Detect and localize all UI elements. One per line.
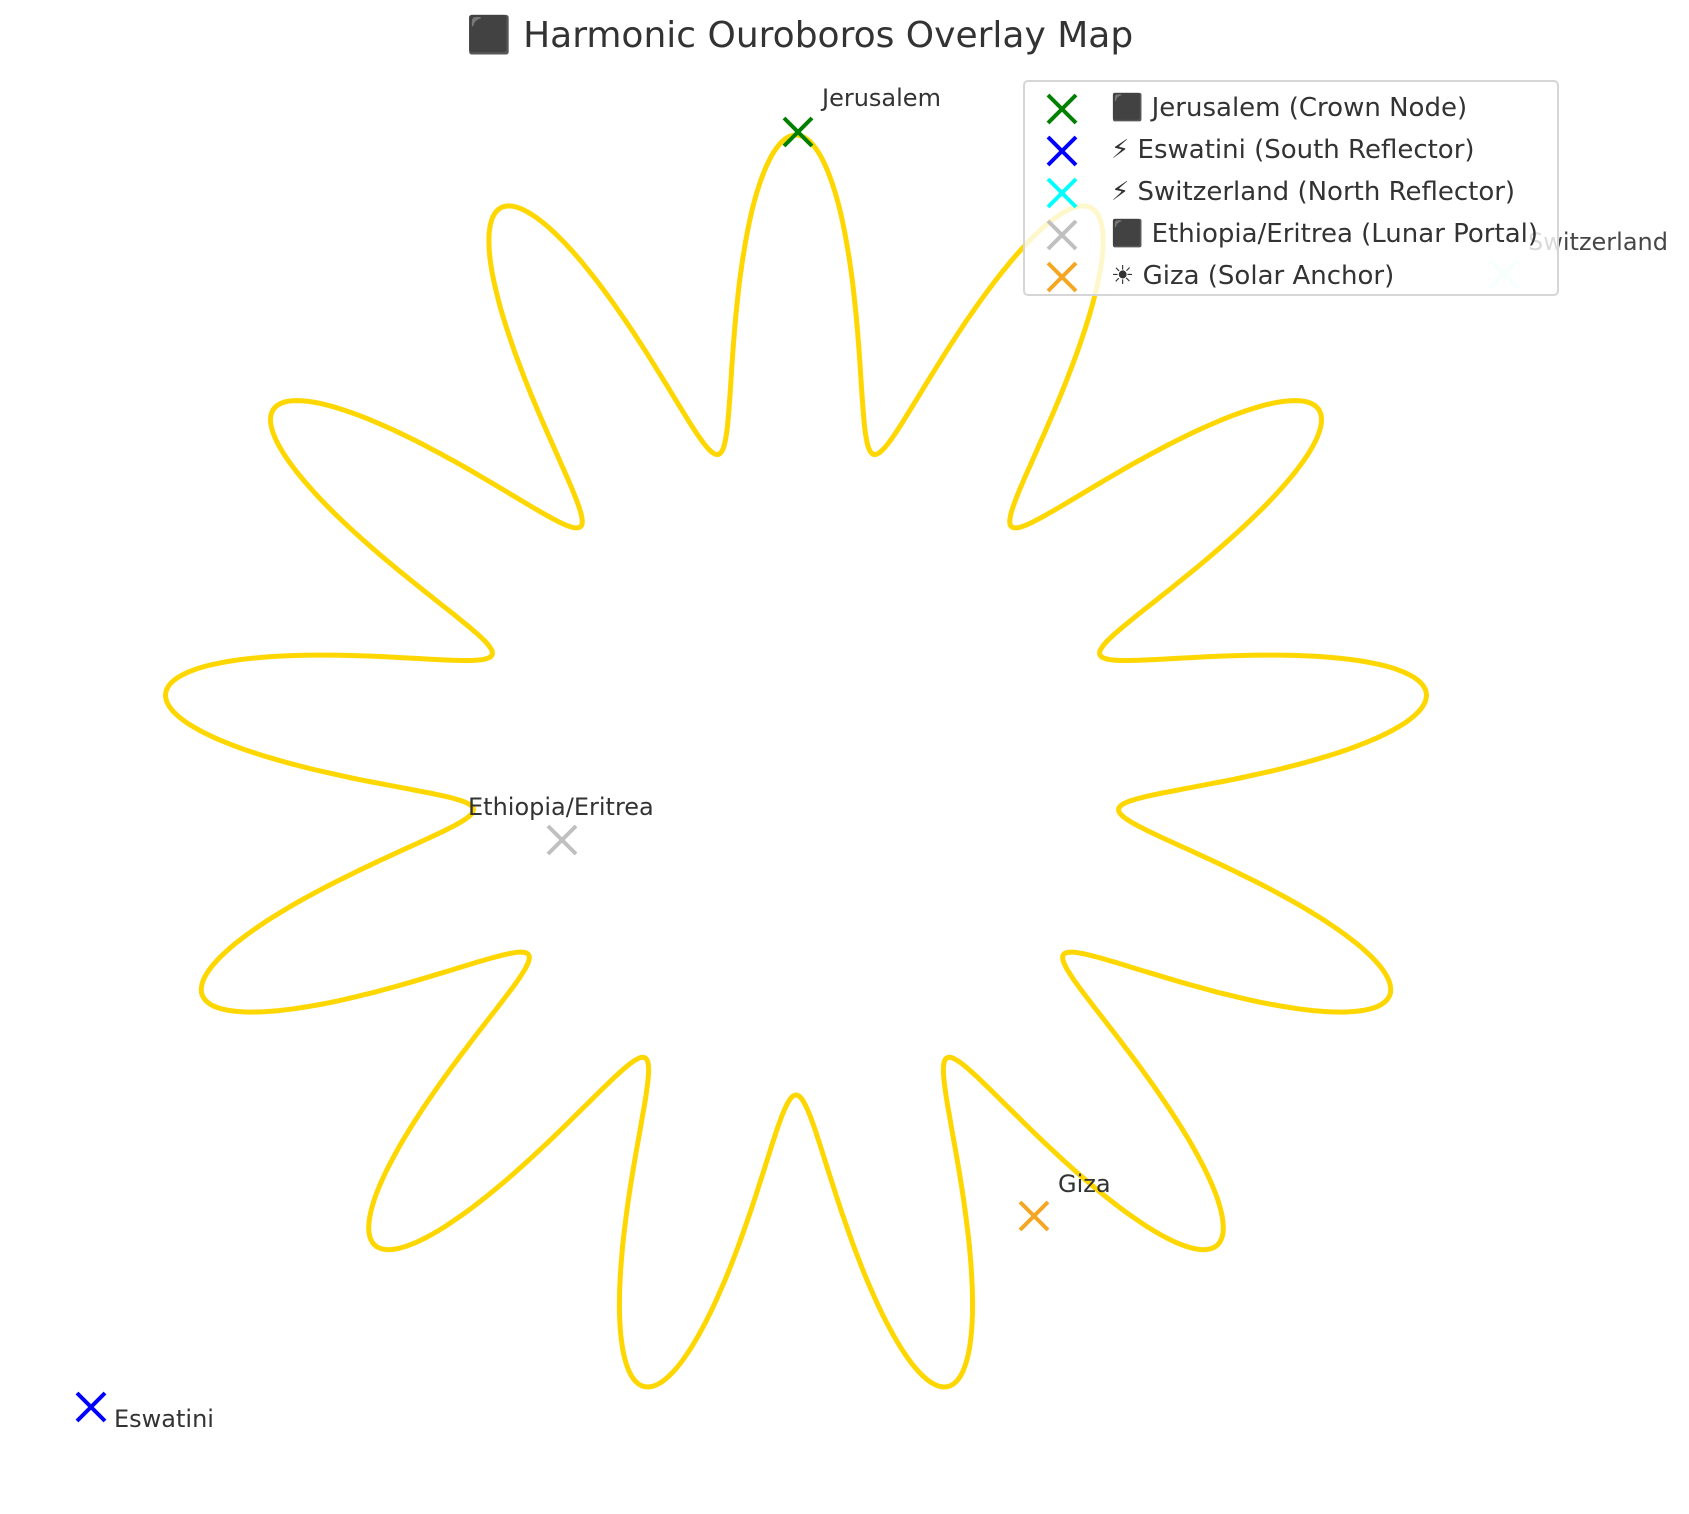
legend-item-switzerland: ⚡ Switzerland (North Reflector) (1025, 174, 1557, 210)
legend-item-eswatini: ⚡ Eswatini (South Reflector) (1025, 132, 1557, 168)
marker-giza (1018, 1200, 1050, 1232)
legend: ⬛ Jerusalem (Crown Node) ⚡ Eswatini (Sou… (1023, 80, 1559, 296)
marker-layer (75, 116, 1520, 1423)
chart: ⬛ Harmonic Ouroboros Overlay Map Jerusal… (0, 0, 1689, 1514)
legend-item-ethiopia-eritrea: ⬛ Ethiopia/Eritrea (Lunar Portal) (1025, 216, 1557, 252)
marker-jerusalem (782, 116, 814, 148)
legend-label-giza: ☀ Giza (Solar Anchor) (1111, 261, 1395, 291)
ouroboros-curve (163, 132, 1429, 1390)
marker-eswatini (75, 1391, 107, 1423)
point-label-jerusalem: Jerusalem (822, 84, 941, 112)
legend-marker-giza (1046, 261, 1078, 293)
legend-item-giza: ☀ Giza (Solar Anchor) (1025, 258, 1557, 294)
legend-label-ethiopia-eritrea: ⬛ Ethiopia/Eritrea (Lunar Portal) (1111, 219, 1538, 249)
legend-marker-switzerland (1046, 177, 1078, 209)
point-label-eswatini: Eswatini (114, 1405, 214, 1433)
legend-label-jerusalem: ⬛ Jerusalem (Crown Node) (1111, 93, 1468, 123)
legend-marker-ethiopia-eritrea (1046, 219, 1078, 251)
legend-marker-eswatini (1046, 135, 1078, 167)
point-label-ethiopia-eritrea: Ethiopia/Eritrea (468, 793, 654, 821)
legend-item-jerusalem: ⬛ Jerusalem (Crown Node) (1025, 90, 1557, 126)
legend-label-switzerland: ⚡ Switzerland (North Reflector) (1111, 177, 1516, 207)
legend-marker-jerusalem (1046, 93, 1078, 125)
legend-label-eswatini: ⚡ Eswatini (South Reflector) (1111, 135, 1475, 165)
point-label-giza: Giza (1058, 1170, 1111, 1198)
marker-ethiopia-eritrea (546, 824, 578, 856)
